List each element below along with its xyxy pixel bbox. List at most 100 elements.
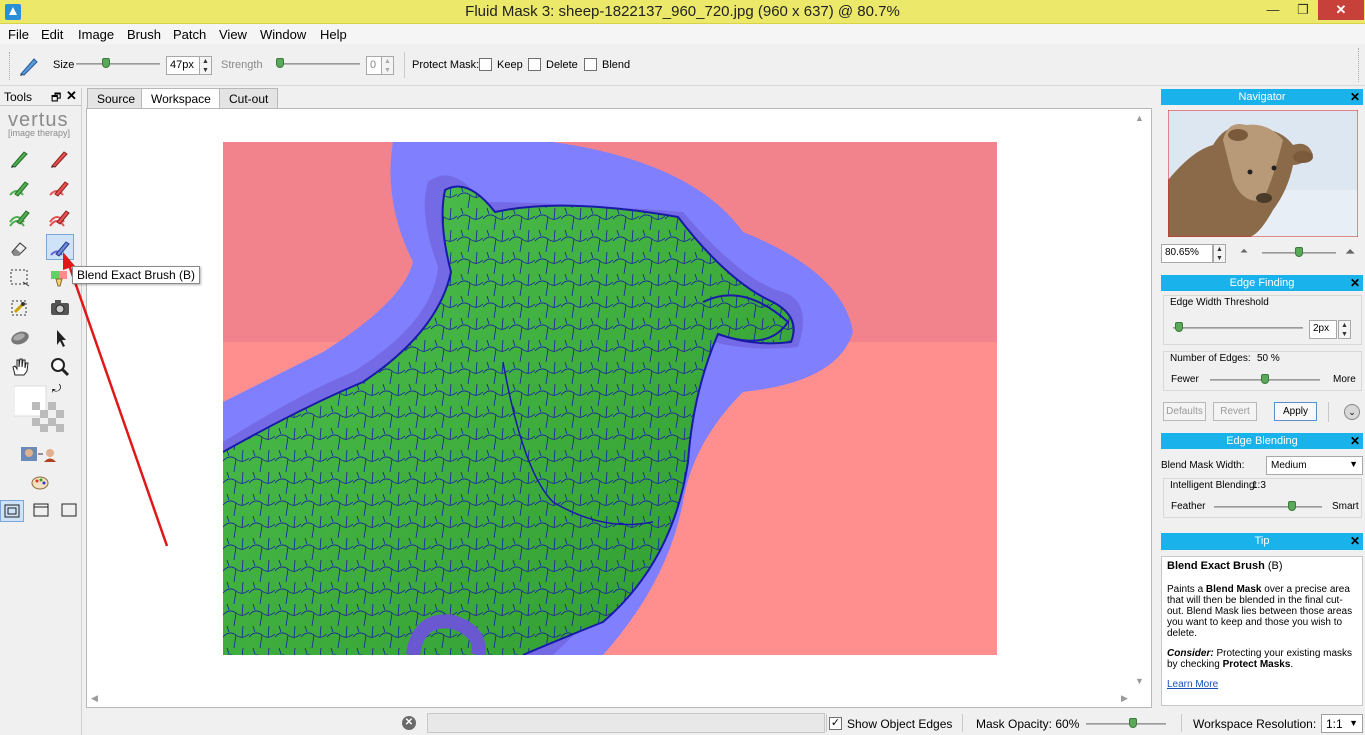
navigator-zoom-slider[interactable] bbox=[1262, 246, 1336, 260]
zoom-in-icon[interactable]: ⏶ bbox=[1345, 244, 1355, 260]
menu-brush[interactable]: Brush bbox=[127, 27, 161, 42]
revert-button[interactable]: Revert bbox=[1213, 402, 1257, 421]
menu-help[interactable]: Help bbox=[320, 27, 347, 42]
close-edge-finding-icon[interactable]: ✕ bbox=[1350, 275, 1360, 291]
close-window-button[interactable]: ✕ bbox=[1318, 0, 1364, 20]
show-object-edges-checkbox[interactable]: ✓ bbox=[829, 717, 842, 730]
navigator-thumbnail[interactable] bbox=[1168, 110, 1358, 237]
learn-more-link[interactable]: Learn More bbox=[1167, 679, 1218, 690]
mask-opacity-slider[interactable] bbox=[1086, 717, 1166, 731]
hand-eraser-tool[interactable] bbox=[6, 325, 34, 351]
tool-tooltip: Blend Exact Brush (B) bbox=[72, 266, 201, 284]
view-mode-1-button[interactable] bbox=[0, 500, 24, 522]
strength-slider-thumb[interactable] bbox=[276, 58, 284, 68]
navigator-zoom-spinner[interactable]: ▲ ▼ bbox=[1213, 244, 1226, 263]
blend-thumb[interactable] bbox=[1288, 501, 1296, 511]
threshold-thumb[interactable] bbox=[1175, 322, 1183, 332]
view-mode-2-button[interactable] bbox=[30, 500, 52, 522]
size-input[interactable]: 47px bbox=[166, 56, 200, 75]
blend-mask-width-label: Blend Mask Width: bbox=[1161, 460, 1245, 471]
keep-label: Keep bbox=[497, 59, 523, 71]
patch-select-tool[interactable] bbox=[6, 265, 34, 291]
chevron-down-icon: ▼ bbox=[1349, 459, 1358, 469]
keep-checkbox[interactable] bbox=[479, 58, 492, 71]
eraser-tool[interactable] bbox=[6, 235, 34, 261]
toolbar-end-grip bbox=[1358, 48, 1359, 82]
status-separator bbox=[962, 714, 963, 732]
navigator-zoom-input[interactable]: 80.65% bbox=[1161, 244, 1213, 263]
edge-finding-header: Edge Finding ✕ bbox=[1161, 275, 1363, 291]
strength-spinner[interactable]: ▲ ▼ bbox=[381, 56, 394, 75]
close-navigator-icon[interactable]: ✕ bbox=[1350, 89, 1360, 105]
menu-image[interactable]: Image bbox=[78, 27, 114, 42]
mask-opacity-thumb[interactable] bbox=[1129, 718, 1137, 728]
keep-exact-brush-tool[interactable] bbox=[6, 175, 34, 201]
tab-cut-out[interactable]: Cut-out bbox=[219, 88, 279, 108]
edge-width-threshold-label: Edge Width Threshold bbox=[1170, 297, 1269, 308]
blend-checkbox[interactable] bbox=[584, 58, 597, 71]
number-of-edges-slider[interactable] bbox=[1210, 373, 1320, 387]
status-progress-field bbox=[427, 713, 825, 733]
strength-label: Strength bbox=[221, 59, 263, 71]
threshold-spinner[interactable]: ▲ ▼ bbox=[1338, 320, 1351, 339]
apply-button[interactable]: Apply bbox=[1274, 402, 1317, 421]
zoom-out-icon[interactable]: ⏶ bbox=[1240, 246, 1248, 257]
pan-tool[interactable] bbox=[6, 354, 34, 380]
blend-mask-width-select[interactable]: Medium ▼ bbox=[1266, 456, 1363, 475]
menu-patch[interactable]: Patch bbox=[173, 27, 206, 42]
workspace-resolution-select[interactable]: 1:1 ▼ bbox=[1321, 714, 1363, 733]
scroll-down-icon[interactable]: ▼ bbox=[1135, 676, 1144, 686]
intelligent-blending-value: 1:3 bbox=[1252, 480, 1266, 491]
strength-input[interactable]: 0 bbox=[366, 56, 382, 75]
size-slider[interactable] bbox=[76, 56, 160, 72]
scroll-up-icon[interactable]: ▲ bbox=[1135, 113, 1144, 123]
delete-exact-brush-tool[interactable] bbox=[46, 175, 74, 201]
masked-sheep-image[interactable] bbox=[223, 142, 997, 655]
keep-local-brush-tool[interactable] bbox=[6, 205, 34, 231]
hand-eraser-icon bbox=[11, 331, 29, 345]
clear-status-icon[interactable]: ✕ bbox=[402, 716, 416, 730]
edge-width-threshold-slider[interactable] bbox=[1173, 321, 1303, 335]
tip-heading: Blend Exact Brush bbox=[1167, 560, 1265, 572]
status-separator bbox=[1181, 714, 1182, 732]
tab-workspace[interactable]: Workspace bbox=[141, 88, 221, 109]
eraser-icon bbox=[11, 242, 27, 256]
edge-blending-header: Edge Blending ✕ bbox=[1161, 433, 1363, 449]
keep-exact-brush-icon bbox=[9, 181, 29, 197]
undock-icon[interactable]: 🗗 bbox=[51, 89, 61, 108]
navigator-zoom-thumb[interactable] bbox=[1295, 247, 1303, 257]
protect-mask-label: Protect Mask: bbox=[412, 59, 480, 71]
strength-slider[interactable] bbox=[276, 56, 360, 72]
palette-tool[interactable] bbox=[26, 470, 54, 496]
delete-label: Delete bbox=[546, 59, 578, 71]
close-edge-blending-icon[interactable]: ✕ bbox=[1350, 433, 1360, 449]
size-slider-thumb[interactable] bbox=[102, 58, 110, 68]
magic-select-tool[interactable] bbox=[6, 295, 34, 321]
expand-options-icon[interactable]: ⌄ bbox=[1344, 404, 1360, 420]
smart-label: Smart bbox=[1332, 501, 1359, 512]
pan-hand-icon bbox=[12, 358, 29, 376]
menu-view[interactable]: View bbox=[219, 27, 247, 42]
scroll-left-icon[interactable]: ◀ bbox=[91, 693, 98, 704]
close-tools-icon[interactable]: ✕ bbox=[66, 88, 77, 104]
threshold-input[interactable]: 2px bbox=[1309, 320, 1337, 339]
delete-local-brush-tool[interactable] bbox=[46, 205, 74, 231]
size-spinner[interactable]: ▲ ▼ bbox=[199, 56, 212, 75]
menu-window[interactable]: Window bbox=[260, 27, 306, 42]
close-tip-icon[interactable]: ✕ bbox=[1350, 533, 1360, 549]
maximize-button[interactable]: ❐ bbox=[1288, 0, 1318, 20]
keep-brush-tool[interactable] bbox=[6, 145, 34, 171]
scroll-right-icon[interactable]: ▶ bbox=[1121, 693, 1128, 704]
edges-thumb[interactable] bbox=[1261, 374, 1269, 384]
keep-local-brush-icon bbox=[9, 210, 30, 227]
delete-checkbox[interactable] bbox=[528, 58, 541, 71]
navigator-title: Navigator bbox=[1238, 91, 1286, 103]
menu-file[interactable]: File bbox=[8, 27, 29, 42]
defaults-button[interactable]: Defaults bbox=[1163, 402, 1206, 421]
delete-brush-tool[interactable] bbox=[46, 145, 74, 171]
intelligent-blending-slider[interactable] bbox=[1214, 500, 1322, 514]
minimize-button[interactable]: — bbox=[1258, 0, 1288, 20]
tools-panel-title: Tools bbox=[4, 90, 33, 104]
tab-source[interactable]: Source bbox=[87, 88, 146, 108]
menu-edit[interactable]: Edit bbox=[41, 27, 63, 42]
